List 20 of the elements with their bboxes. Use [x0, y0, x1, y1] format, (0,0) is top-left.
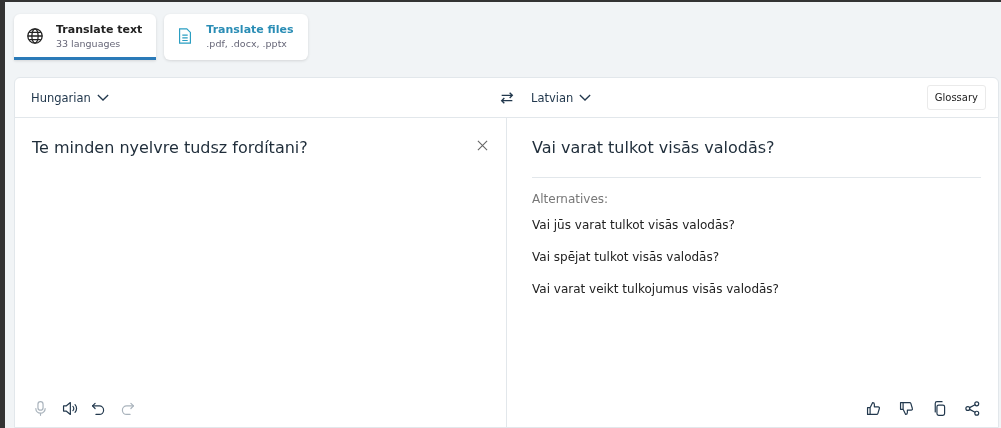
thumbs-up-icon[interactable] [865, 400, 882, 417]
undo-icon[interactable] [90, 400, 107, 417]
mode-tab[interactable]: Translate files .pdf, .docx, .pptx [164, 14, 308, 60]
thumbs-down-icon[interactable] [898, 400, 915, 417]
alternative-translation[interactable]: Vai spējat tulkot visās valodās? [532, 250, 981, 264]
translation-text: Vai varat tulkot visās valodās? [532, 138, 776, 157]
mode-tab[interactable]: Translate text 33 languages [14, 14, 157, 60]
source-text-field[interactable]: Te minden nyelvre tudsz fordítani? [32, 138, 308, 157]
alternative-translation[interactable]: Vai varat veikt tulkojumus visās valodās? [532, 282, 981, 296]
target-language-dropdown[interactable]: Latvian [531, 90, 592, 105]
chevron-down-icon [579, 94, 592, 101]
glossary-button[interactable]: Glossary [926, 85, 986, 110]
chevron-down-icon [96, 94, 109, 101]
share-icon[interactable] [964, 400, 981, 417]
alternatives-label: Alternatives: [532, 192, 610, 206]
speaker-icon[interactable] [61, 400, 78, 417]
clear-icon[interactable] [477, 140, 488, 151]
globe-icon [26, 26, 44, 45]
source-language-dropdown[interactable]: Hungarian [31, 90, 109, 105]
alternative-translation[interactable]: Vai jūs varat tulkot visās valodās? [532, 218, 981, 232]
